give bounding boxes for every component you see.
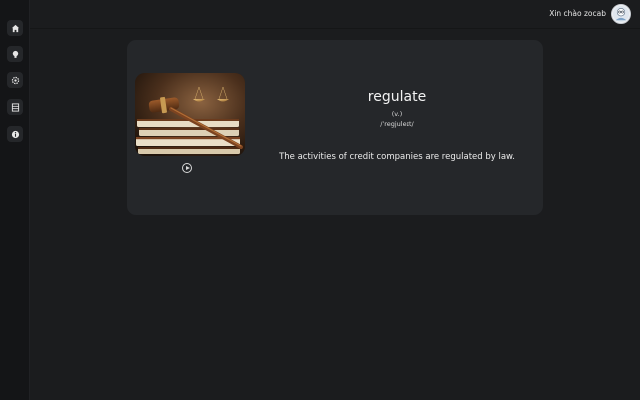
word-title: regulate	[367, 89, 427, 105]
sidebar	[0, 0, 30, 400]
sidebar-item-home[interactable]	[7, 20, 23, 36]
example-sentence: The activities of credit companies are r…	[279, 152, 515, 162]
word-card: regulate (v.) /ˈregjuleɪt/ The activitie…	[127, 40, 543, 215]
user-avatar-icon	[612, 5, 630, 23]
part-of-speech: (v.)	[391, 110, 403, 118]
gear-icon	[11, 76, 19, 84]
play-pronunciation-button[interactable]	[182, 163, 192, 173]
word-info: regulate (v.) /ˈregjuleɪt/ The activitie…	[267, 88, 527, 162]
top-bar: Xin chào zocab	[30, 0, 640, 29]
greeting-text: Xin chào zocab	[549, 9, 606, 18]
info-icon	[11, 130, 19, 138]
sidebar-item-vocabulary[interactable]	[7, 99, 23, 115]
pronunciation-text: /ˈregjuleɪt/	[380, 120, 414, 128]
home-icon	[11, 24, 19, 32]
lightbulb-icon	[12, 50, 18, 58]
word-image	[135, 73, 245, 156]
user-avatar[interactable]	[611, 4, 631, 24]
sidebar-item-ideas[interactable]	[7, 46, 23, 62]
list-icon	[11, 102, 19, 112]
gavel-scales-image	[135, 73, 245, 156]
sidebar-item-info[interactable]	[7, 126, 23, 142]
sidebar-item-settings[interactable]	[7, 72, 23, 88]
